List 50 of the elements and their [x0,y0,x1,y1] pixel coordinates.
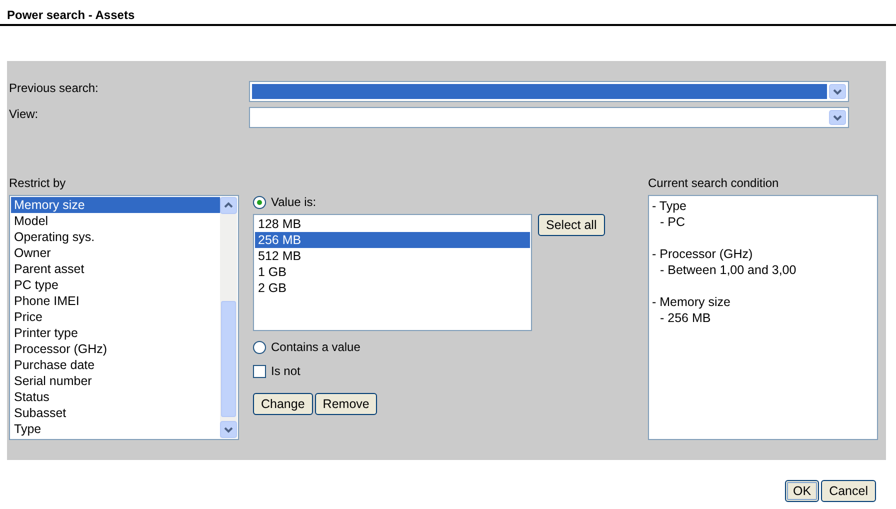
list-item[interactable]: Operating sys. [11,229,220,245]
restrict-by-list[interactable]: Memory size Model Operating sys. Owner Parent asset PC type Phone IMEI Price Printer type Processor (GHz) Purchase date Serial number Status Subasset Type [9,195,239,440]
action-button[interactable]: Change [253,393,313,415]
window-title: Power search - Assets [0,0,896,26]
condition-text: - Processor (GHz) [652,246,754,262]
list-item[interactable]: 128 MB [255,216,530,232]
list-item[interactable]: 512 MB [255,248,530,264]
checkbox-label: Is not [271,364,300,378]
list-item[interactable]: Parent asset [11,261,220,277]
list-item[interactable]: Model [11,213,220,229]
dialog-button[interactable]: Cancel [821,480,876,502]
radio-label: Contains a value [271,340,360,354]
list-item[interactable]: Serial number [11,373,220,389]
condition-text: - 256 MB [659,310,712,326]
list-item[interactable]: Type [11,421,220,437]
radio-button[interactable] [253,340,266,354]
list-item[interactable]: 2 GB [255,280,530,296]
value-list[interactable]: 128 MB 256 MB 512 MB 1 GB 2 GB [253,214,532,331]
list-item[interactable]: Price [11,309,220,325]
list-item[interactable]: Subasset [11,405,220,421]
scroll-up-icon[interactable] [220,197,237,214]
list-item[interactable]: PC type [11,277,220,293]
radio-label: Value is: [271,195,316,209]
list-item[interactable]: Phone IMEI [11,293,220,309]
list-label: Restrict by [9,176,67,190]
condition-text: - Type [652,198,688,214]
list-item[interactable]: 256 MB [255,232,530,248]
scroll-down-icon[interactable] [220,421,237,438]
previous-search-dropdown[interactable] [249,81,849,102]
dialog-button[interactable]: OK [785,480,820,502]
scrollbar[interactable] [220,197,237,438]
condition-text: - Memory size [652,294,732,310]
checkbox[interactable] [253,364,266,378]
list-item[interactable]: Processor (GHz) [11,341,220,357]
scroll-thumb[interactable] [221,301,236,417]
view-dropdown[interactable] [249,107,849,128]
condition-text: - PC [659,214,686,230]
field-label: Previous search: [9,81,98,95]
list-item[interactable]: Owner [11,245,220,261]
field-label: View: [9,107,38,121]
list-item[interactable]: Status [11,389,220,405]
radio-button[interactable] [253,196,266,208]
condition-text: - Between 1,00 and 3,00 [659,262,798,278]
list-item[interactable]: Purchase date [11,357,220,373]
list-item[interactable]: 1 GB [255,264,530,280]
action-button[interactable]: Remove [314,393,378,415]
select-all-button[interactable]: Select all [538,214,605,236]
list-label: Current search condition [648,176,780,190]
list-item[interactable]: Memory size [11,197,220,213]
list-item[interactable]: Printer type [11,325,220,341]
